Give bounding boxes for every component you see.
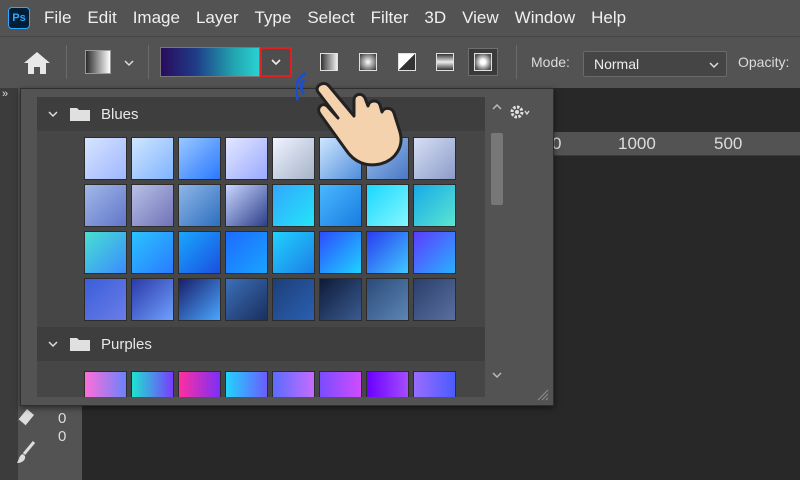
gradient-group-purples[interactable]: Purples <box>37 327 485 361</box>
chevron-down-icon[interactable] <box>491 369 503 381</box>
resize-handle-icon[interactable] <box>535 387 549 401</box>
menu-3d[interactable]: 3D <box>424 8 446 28</box>
gradient-swatch[interactable] <box>84 371 127 397</box>
chevron-up-icon[interactable] <box>491 101 503 113</box>
gradient-swatch[interactable] <box>272 231 315 274</box>
ruler-label: 0 <box>58 410 67 427</box>
gradient-swatch[interactable] <box>178 371 221 397</box>
gradient-picker-dropdown-button[interactable] <box>260 47 292 77</box>
radial-gradient-icon <box>359 53 377 71</box>
menu-type[interactable]: Type <box>254 8 291 28</box>
photoshop-logo: Ps <box>8 7 30 29</box>
gradient-swatch[interactable] <box>131 278 174 321</box>
scroll-thumb[interactable] <box>491 133 503 205</box>
home-icon[interactable] <box>22 50 52 76</box>
menu-window[interactable]: Window <box>515 8 575 28</box>
gradient-swatch[interactable] <box>272 184 315 227</box>
gradient-swatch[interactable] <box>366 278 409 321</box>
chevron-down-icon <box>271 59 281 66</box>
gradient-swatch[interactable] <box>84 137 127 180</box>
gradient-list: Blues Purples <box>37 97 485 397</box>
opacity-label: Opacity: <box>738 54 790 70</box>
expand-panels-icon[interactable]: » <box>2 88 8 100</box>
gradient-swatch[interactable] <box>272 278 315 321</box>
chevron-down-icon <box>48 111 58 118</box>
mode-label: Mode: <box>531 54 570 70</box>
gradient-group-blues[interactable]: Blues <box>37 97 485 131</box>
gradient-swatch[interactable] <box>413 137 456 180</box>
chevron-down-icon <box>48 341 58 348</box>
menu-filter[interactable]: Filter <box>371 8 409 28</box>
gradient-swatch[interactable] <box>131 371 174 397</box>
gradient-swatch[interactable] <box>366 184 409 227</box>
swatch-grid-purples <box>84 371 456 397</box>
reflected-gradient-button[interactable] <box>430 48 460 76</box>
gradient-swatch[interactable] <box>413 371 456 397</box>
reflected-gradient-icon <box>436 53 454 71</box>
menu-file[interactable]: File <box>44 8 71 28</box>
eraser-icon[interactable] <box>14 405 38 429</box>
gradient-swatch[interactable] <box>178 231 221 274</box>
gradient-swatch[interactable] <box>178 137 221 180</box>
separator <box>516 45 517 79</box>
gradient-swatch[interactable] <box>131 184 174 227</box>
ruler-label: 0 <box>58 428 67 445</box>
gradient-swatch[interactable] <box>131 137 174 180</box>
gradient-editor-bar[interactable] <box>160 47 260 77</box>
gradient-swatch[interactable] <box>84 278 127 321</box>
ruler-label: 1000 <box>618 134 656 153</box>
diamond-gradient-icon <box>474 53 492 71</box>
menu-image[interactable]: Image <box>133 8 180 28</box>
group-name: Purples <box>101 335 152 353</box>
menu-bar: Ps File Edit Image Layer Type Select Fil… <box>0 0 800 36</box>
gradient-swatch[interactable] <box>319 278 362 321</box>
gradient-swatch[interactable] <box>225 231 268 274</box>
linear-gradient-icon <box>320 53 338 71</box>
gradient-swatch[interactable] <box>413 231 456 274</box>
gradient-swatch[interactable] <box>319 184 362 227</box>
angle-gradient-icon <box>398 53 416 71</box>
gradient-swatch[interactable] <box>84 231 127 274</box>
brush-icon[interactable] <box>14 440 38 466</box>
menu-layer[interactable]: Layer <box>196 8 239 28</box>
gradient-swatch[interactable] <box>366 231 409 274</box>
gradient-swatch[interactable] <box>319 371 362 397</box>
diamond-gradient-button[interactable] <box>468 48 498 76</box>
pointing-hand-icon <box>296 71 403 167</box>
gradient-swatch[interactable] <box>225 137 268 180</box>
gradient-swatch[interactable] <box>84 184 127 227</box>
gradient-swatch[interactable] <box>225 184 268 227</box>
gradient-swatch[interactable] <box>413 184 456 227</box>
chevron-down-icon <box>709 62 719 69</box>
horizontal-ruler: 0 1000 500 <box>540 132 800 156</box>
separator <box>66 45 67 79</box>
folder-icon <box>70 108 90 121</box>
folder-icon <box>70 338 90 351</box>
gear-icon[interactable] <box>509 103 531 121</box>
gradient-swatch[interactable] <box>178 184 221 227</box>
mode-select[interactable]: Normal <box>583 51 727 77</box>
gradient-swatch[interactable] <box>413 278 456 321</box>
gradient-swatch[interactable] <box>272 371 315 397</box>
menu-edit[interactable]: Edit <box>87 8 116 28</box>
chevron-down-icon[interactable] <box>123 57 135 69</box>
menu-select[interactable]: Select <box>307 8 354 28</box>
gradient-swatch[interactable] <box>131 231 174 274</box>
gradient-swatch[interactable] <box>319 231 362 274</box>
gradient-picker-panel: Blues Purples <box>20 88 554 406</box>
gradient-preset-icon[interactable] <box>85 50 111 74</box>
gradient-swatch[interactable] <box>225 278 268 321</box>
group-name: Blues <box>101 105 139 123</box>
gradient-swatch[interactable] <box>366 371 409 397</box>
gradient-swatch[interactable] <box>178 278 221 321</box>
separator <box>148 45 149 79</box>
scrollbar[interactable] <box>489 101 505 381</box>
menu-view[interactable]: View <box>462 8 499 28</box>
gradient-swatch[interactable] <box>225 371 268 397</box>
menu-help[interactable]: Help <box>591 8 626 28</box>
ruler-label: 500 <box>714 134 743 153</box>
mode-value: Normal <box>594 56 640 72</box>
